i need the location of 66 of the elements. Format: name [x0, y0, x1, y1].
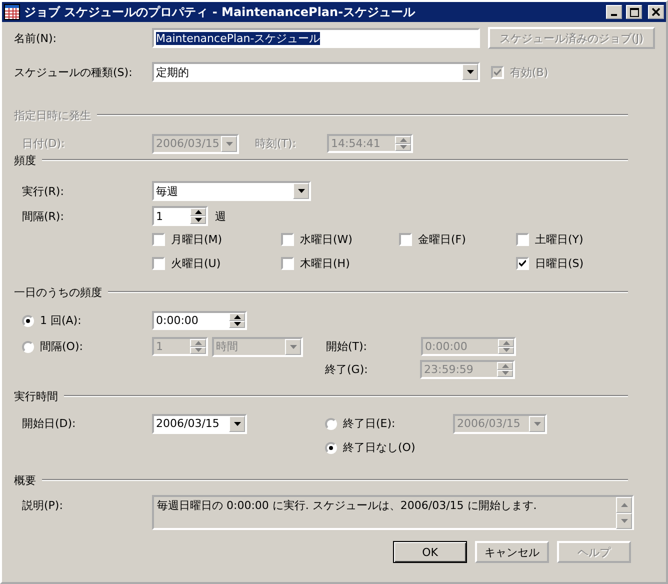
maximize-icon: [630, 8, 638, 16]
description-box: 毎週日曜日の 0:00:00 に実行. スケジュールは、2006/03/15 に開始します.: [152, 495, 634, 530]
checkbox[interactable]: [516, 257, 529, 270]
scroll-up-icon[interactable]: [616, 497, 632, 513]
table-icon: [4, 4, 20, 20]
field-label: 実行(R):: [22, 184, 64, 198]
radio-label: 1 回(A):: [40, 313, 82, 328]
window-title: ジョブ スケジュールのプロパティ - MaintenancePlan-スケジュール: [24, 4, 416, 20]
dialog-button[interactable]: キャンセル: [475, 541, 549, 563]
radio-button[interactable]: [325, 442, 337, 454]
spin-field[interactable]: 1: [152, 206, 208, 226]
spin-field[interactable]: 0:00:00: [421, 337, 516, 356]
radio-button[interactable]: [325, 418, 337, 430]
radio-button[interactable]: [22, 314, 34, 326]
field-label: 開始日(D):: [22, 416, 76, 431]
section-title: 指定日時に発生: [14, 108, 91, 122]
checkbox[interactable]: [281, 257, 294, 270]
checkbox-label: 金曜日(F): [418, 232, 466, 247]
section-title: 一日のうちの頻度: [14, 284, 102, 300]
checkmark-icon: [494, 68, 501, 76]
field-label: 名前(N):: [14, 30, 57, 46]
checkbox-label: 水曜日(W): [300, 232, 352, 247]
spin-arrows-icon[interactable]: [190, 208, 206, 224]
field-label: 時刻(T):: [255, 136, 296, 151]
spin-field[interactable]: 23:59:59: [420, 360, 515, 379]
section-title: 実行時間: [14, 388, 58, 404]
unit-label: 週: [215, 208, 226, 224]
radio-button[interactable]: [22, 340, 34, 352]
radio-label: 終了日なし(O): [343, 440, 416, 455]
close-button[interactable]: [648, 5, 664, 19]
checkbox-label: 月曜日(M): [171, 232, 222, 247]
dialog-button[interactable]: OK: [393, 541, 467, 563]
checkbox-label: 日曜日(S): [535, 256, 584, 271]
minimize-button[interactable]: [606, 5, 622, 19]
dropdown-field[interactable]: 2006/03/15: [152, 414, 247, 434]
name-field[interactable]: MaintenancePlan-スケジュール: [152, 28, 480, 48]
field-label: 開始(T):: [326, 339, 368, 354]
checkbox-label: 有効(B): [510, 64, 548, 80]
field-label: 説明(P):: [22, 498, 63, 513]
dropdown-field[interactable]: 定期的: [152, 62, 480, 82]
section-title: 概要: [14, 472, 36, 488]
maximize-button[interactable]: [626, 5, 642, 19]
checkbox[interactable]: [281, 233, 294, 246]
field-label: 日付(D):: [22, 136, 65, 151]
spin-field[interactable]: 1: [152, 337, 208, 356]
checkbox[interactable]: [152, 233, 165, 246]
radio-label: 終了日(E):: [343, 416, 396, 431]
checkbox[interactable]: [152, 257, 165, 270]
dropdown-field[interactable]: 毎週: [152, 181, 311, 201]
checkbox-label: 火曜日(U): [171, 256, 221, 271]
scroll-down-icon[interactable]: [616, 513, 632, 529]
spin-field[interactable]: 0:00:00: [152, 311, 247, 330]
checkbox-label: 木曜日(H): [300, 256, 350, 271]
checkbox-label: 土曜日(Y): [535, 232, 584, 247]
field-label: 終了(G):: [325, 362, 368, 377]
field-label: 間隔(R):: [22, 208, 64, 224]
section-title: 頻度: [14, 152, 36, 168]
dropdown-field[interactable]: 時間: [212, 336, 303, 356]
radio-label: 間隔(O):: [40, 339, 83, 354]
field-label: スケジュールの種類(S):: [14, 64, 132, 80]
checkbox[interactable]: [516, 233, 529, 246]
dropdown-field[interactable]: 2006/03/15: [453, 414, 547, 434]
spin-arrows-icon[interactable]: [229, 313, 245, 328]
checkbox[interactable]: [399, 233, 412, 246]
checkmark-icon: [519, 260, 526, 267]
close-icon: [652, 8, 660, 16]
